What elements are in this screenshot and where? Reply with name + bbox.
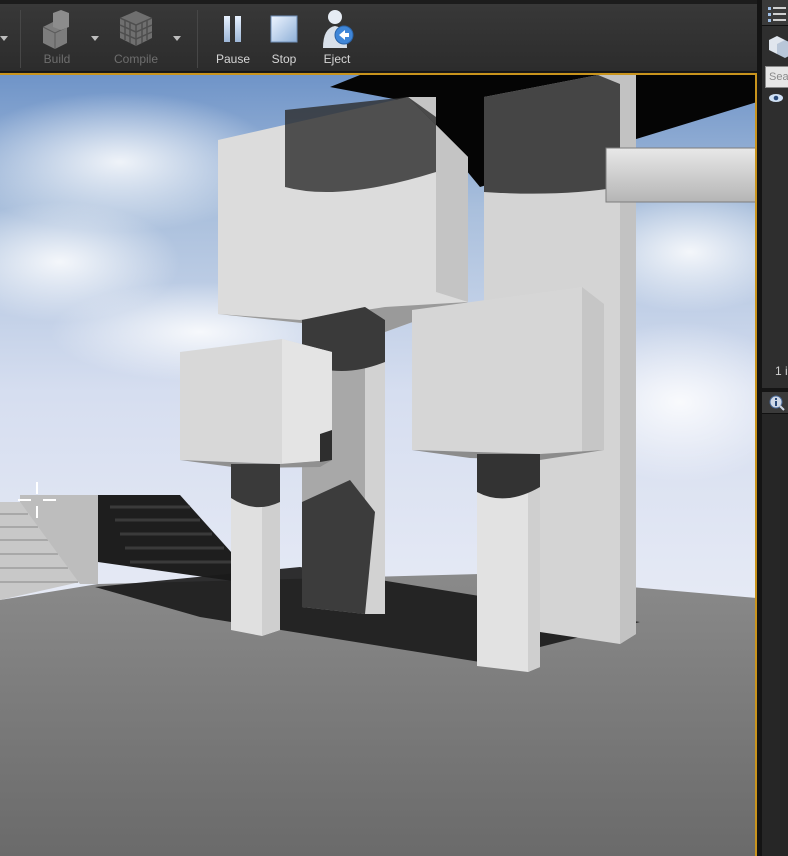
crosshair-icon bbox=[18, 482, 56, 520]
eject-label: Eject bbox=[323, 52, 351, 66]
editor-window: Build Compile Pause Stop Eject Sea 1 i bbox=[0, 0, 788, 856]
build-dropdown-caret-icon[interactable] bbox=[91, 36, 99, 41]
details-panel bbox=[762, 414, 788, 856]
right-panel: Sea 1 i bbox=[757, 0, 788, 856]
stop-label: Stop bbox=[271, 52, 297, 66]
eject-button[interactable]: Eject bbox=[316, 8, 358, 70]
compile-button[interactable]: Compile bbox=[110, 8, 162, 70]
dropdown-caret-icon[interactable] bbox=[0, 36, 8, 41]
level-viewport[interactable] bbox=[0, 73, 757, 856]
outliner-item-count: 1 i bbox=[775, 364, 788, 378]
build-icon bbox=[37, 8, 77, 50]
compile-icon bbox=[116, 8, 156, 50]
cubes-icon bbox=[769, 36, 788, 58]
build-button[interactable]: Build bbox=[35, 8, 79, 70]
pause-icon bbox=[213, 8, 253, 50]
outliner-search-input[interactable]: Sea bbox=[765, 66, 788, 88]
details-tab[interactable] bbox=[762, 392, 788, 414]
toolbar-separator bbox=[197, 10, 198, 68]
pause-button[interactable]: Pause bbox=[213, 8, 253, 70]
scene-render bbox=[0, 75, 755, 856]
compile-label: Compile bbox=[113, 52, 158, 66]
list-icon bbox=[768, 7, 786, 22]
eye-icon[interactable] bbox=[768, 93, 784, 103]
main-toolbar: Build Compile Pause Stop Eject bbox=[0, 0, 757, 72]
eject-icon bbox=[317, 8, 357, 50]
stop-button[interactable]: Stop bbox=[264, 8, 304, 70]
compile-dropdown-caret-icon[interactable] bbox=[173, 36, 181, 41]
info-icon bbox=[769, 395, 785, 411]
pause-label: Pause bbox=[215, 52, 251, 66]
outliner-tab[interactable] bbox=[762, 0, 788, 26]
stop-icon bbox=[264, 8, 304, 50]
toolbar-separator bbox=[20, 10, 21, 68]
build-label: Build bbox=[43, 52, 71, 66]
